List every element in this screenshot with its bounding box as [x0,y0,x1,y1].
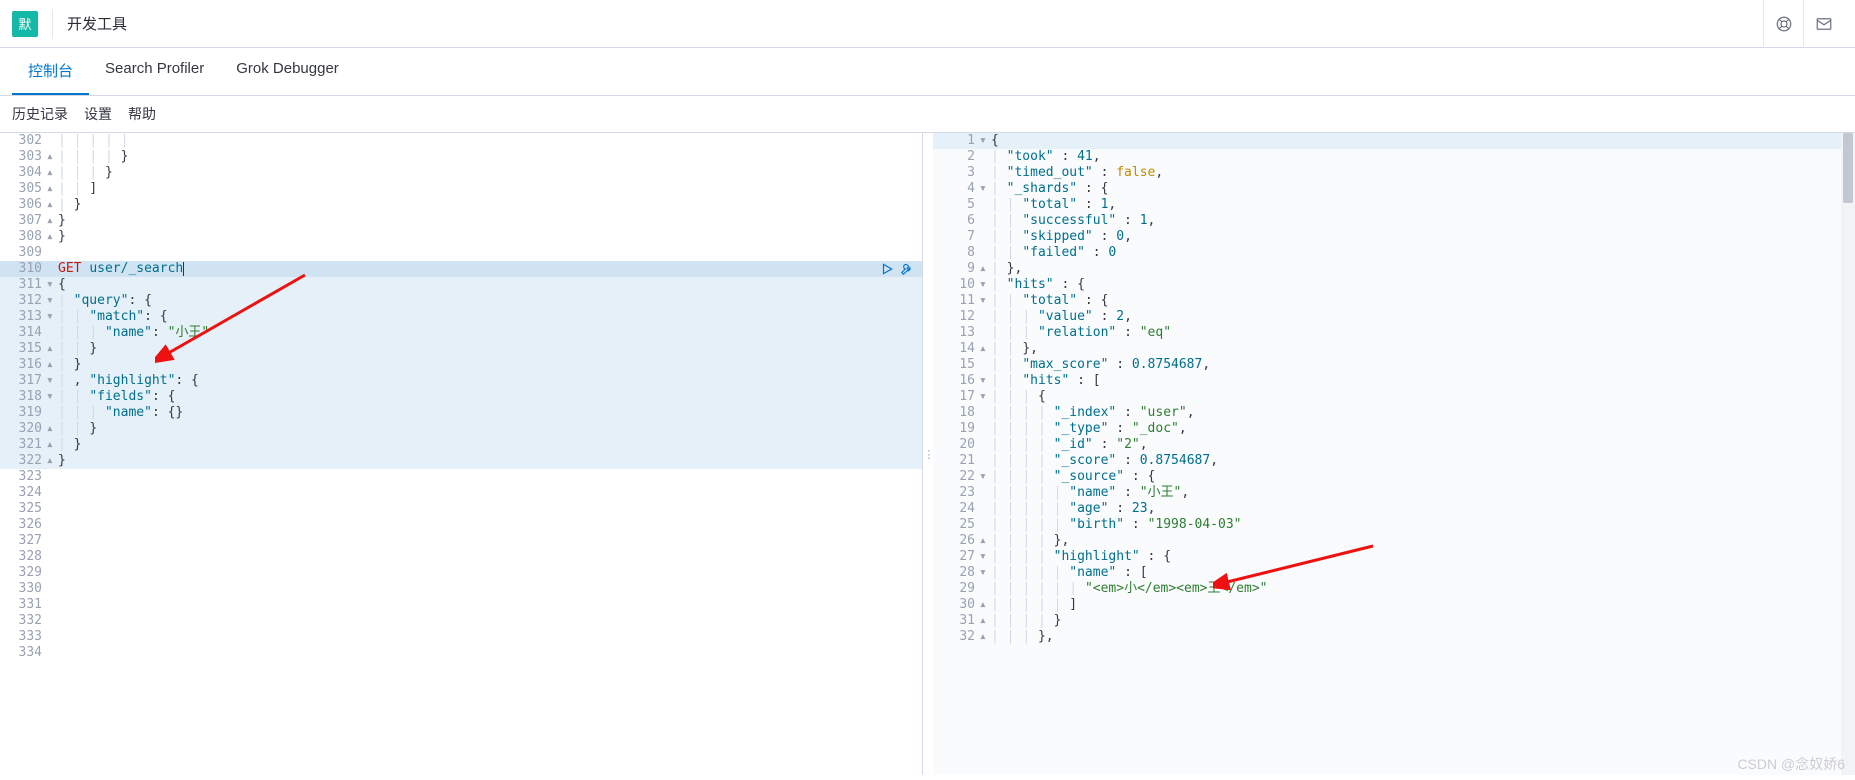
main-tabs: 控制台Search ProfilerGrok Debugger [0,48,1855,96]
code-line[interactable]: 14▴| | }, [933,341,1855,357]
code-line[interactable]: 21| | | | "_score" : 0.8754687, [933,453,1855,469]
code-line[interactable]: 326 [0,517,922,533]
code-line[interactable]: 10▾| "hits" : { [933,277,1855,293]
code-line[interactable]: 20| | | | "_id" : "2", [933,437,1855,453]
sub-tabs: 历史记录 设置 帮助 [0,96,1855,133]
code-line[interactable]: 24| | | | | "age" : 23, [933,501,1855,517]
code-line[interactable]: 306▴| } [0,197,922,213]
subtab-history[interactable]: 历史记录 [12,104,68,124]
top-bar: 默 开发工具 [0,0,1855,48]
code-line[interactable]: 334 [0,645,922,661]
code-line[interactable]: 322▴} [0,453,922,469]
code-line[interactable]: 308▴} [0,229,922,245]
code-line[interactable]: 12| | | "value" : 2, [933,309,1855,325]
code-line[interactable]: 25| | | | | "birth" : "1998-04-03" [933,517,1855,533]
mail-icon[interactable] [1803,0,1843,48]
watermark: CSDN @念奴娇6 [1737,754,1845,774]
run-icon[interactable] [880,262,894,276]
code-line[interactable]: 319| | | "name": {} [0,405,922,421]
code-line[interactable]: 311▾{ [0,277,922,293]
code-line[interactable]: 29| | | | | | "<em>小</em><em>王</em>" [933,581,1855,597]
code-line[interactable]: 317▾| , "highlight": { [0,373,922,389]
pane-resize-handle[interactable]: ⋮ [923,133,933,775]
code-line[interactable]: 19| | | | "_type" : "_doc", [933,421,1855,437]
code-line[interactable]: 15| | "max_score" : 0.8754687, [933,357,1855,373]
scrollbar[interactable] [1841,133,1855,775]
code-line[interactable]: 327 [0,533,922,549]
tab-2[interactable]: Grok Debugger [220,48,355,95]
code-line[interactable]: 30▴| | | | | ] [933,597,1855,613]
code-line[interactable]: 316▴| } [0,357,922,373]
code-line[interactable]: 6| | "successful" : 1, [933,213,1855,229]
code-line[interactable]: 302| | | | | [0,133,922,149]
code-line[interactable]: 305▴| | ] [0,181,922,197]
code-line[interactable]: 315▴| | } [0,341,922,357]
workspace: 302| | | | | 303▴| | | | }304▴| | | }305… [0,133,1855,775]
code-line[interactable]: 13| | | "relation" : "eq" [933,325,1855,341]
code-line[interactable]: 325 [0,501,922,517]
code-line[interactable]: 303▴| | | | } [0,149,922,165]
code-line[interactable]: 320▴| | } [0,421,922,437]
code-line[interactable]: 9▴| }, [933,261,1855,277]
code-line[interactable]: 314| | | "name": "小王" [0,325,922,341]
code-line[interactable]: 27▾| | | | "highlight" : { [933,549,1855,565]
app-title: 开发工具 [67,13,127,34]
wrench-icon[interactable] [900,262,914,276]
code-line[interactable]: 3| "timed_out" : false, [933,165,1855,181]
code-line[interactable]: 328 [0,549,922,565]
code-line[interactable]: 11▾| | "total" : { [933,293,1855,309]
request-editor[interactable]: 302| | | | | 303▴| | | | }304▴| | | }305… [0,133,923,775]
code-line[interactable]: 31▴| | | | } [933,613,1855,629]
subtab-help[interactable]: 帮助 [128,104,156,124]
code-line[interactable]: 307▴} [0,213,922,229]
code-line[interactable]: 2| "took" : 41, [933,149,1855,165]
lifebuoy-icon[interactable] [1763,0,1803,48]
code-line[interactable]: 332 [0,613,922,629]
code-line[interactable]: 310GET user/_search [0,261,922,277]
code-line[interactable]: 4▾| "_shards" : { [933,181,1855,197]
code-line[interactable]: 32▴| | | }, [933,629,1855,645]
code-line[interactable]: 329 [0,565,922,581]
code-line[interactable]: 313▾| | "match": { [0,309,922,325]
code-line[interactable]: 309 [0,245,922,261]
code-line[interactable]: 16▾| | "hits" : [ [933,373,1855,389]
code-line[interactable]: 18| | | | "_index" : "user", [933,405,1855,421]
code-line[interactable]: 331 [0,597,922,613]
subtab-settings[interactable]: 设置 [84,104,112,124]
code-line[interactable]: 321▴| } [0,437,922,453]
code-line[interactable]: 7| | "skipped" : 0, [933,229,1855,245]
code-line[interactable]: 23| | | | | "name" : "小王", [933,485,1855,501]
code-line[interactable]: 318▾| | "fields": { [0,389,922,405]
app-badge: 默 [12,11,38,37]
code-line[interactable]: 312▾| "query": { [0,293,922,309]
code-line[interactable]: 5| | "total" : 1, [933,197,1855,213]
code-line[interactable]: 330 [0,581,922,597]
tab-0[interactable]: 控制台 [12,48,89,95]
code-line[interactable]: 22▾| | | | "_source" : { [933,469,1855,485]
code-line[interactable]: 304▴| | | } [0,165,922,181]
code-line[interactable]: 8| | "failed" : 0 [933,245,1855,261]
tab-1[interactable]: Search Profiler [89,48,220,95]
response-viewer[interactable]: 1▾{2| "took" : 41,3| "timed_out" : false… [933,133,1855,775]
code-line[interactable]: 333 [0,629,922,645]
code-line[interactable]: 323 [0,469,922,485]
divider [52,9,53,39]
code-line[interactable]: 324 [0,485,922,501]
code-line[interactable]: 17▾| | | { [933,389,1855,405]
code-line[interactable]: 28▾| | | | | "name" : [ [933,565,1855,581]
code-line[interactable]: 26▴| | | | }, [933,533,1855,549]
code-line[interactable]: 1▾{ [933,133,1855,149]
